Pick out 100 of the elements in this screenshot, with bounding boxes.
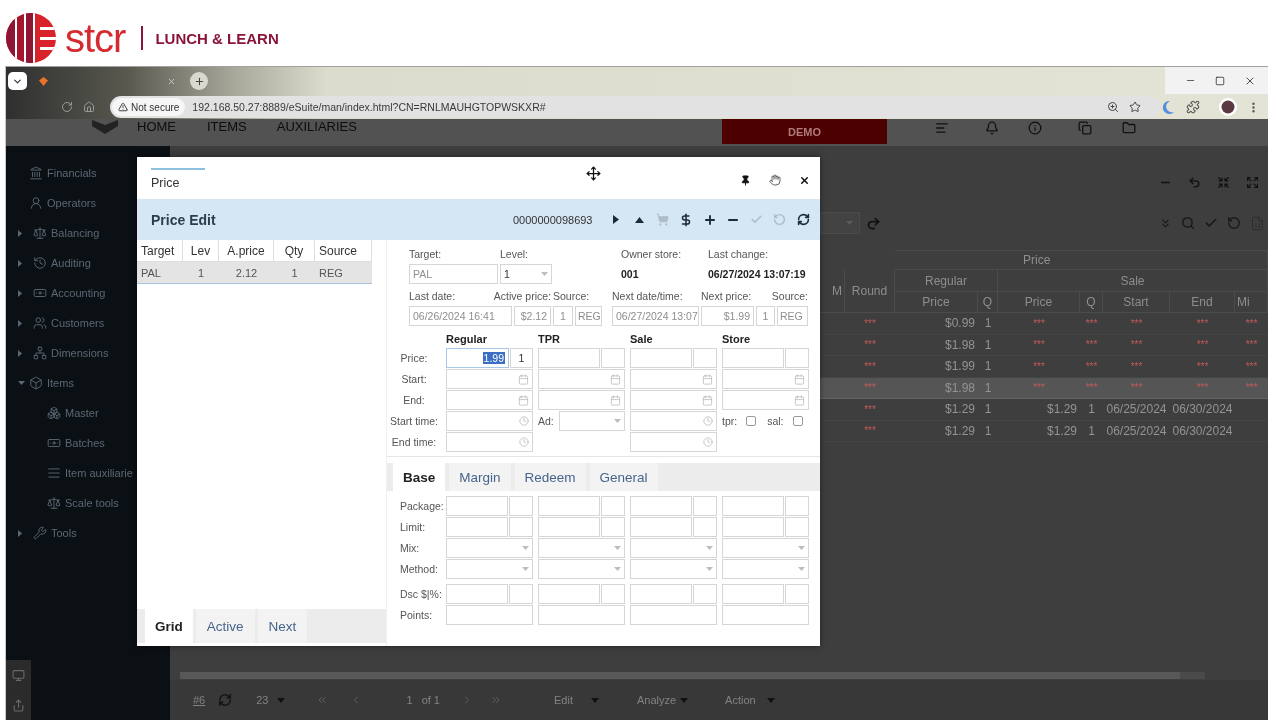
- tab-list-button[interactable]: [8, 72, 27, 90]
- date-input[interactable]: [538, 390, 625, 410]
- menu-button[interactable]: Analyze: [636, 694, 689, 706]
- time-input[interactable]: [630, 411, 717, 431]
- select-field[interactable]: [820, 212, 860, 234]
- pin-icon[interactable]: [740, 174, 751, 186]
- search-icon[interactable]: [1181, 216, 1195, 230]
- input-field[interactable]: [785, 496, 809, 516]
- input-field[interactable]: [630, 605, 717, 625]
- tab[interactable]: General: [589, 463, 658, 491]
- input-field[interactable]: [509, 584, 533, 604]
- input-field[interactable]: [630, 517, 692, 537]
- input-field[interactable]: [446, 496, 508, 516]
- ad-select[interactable]: [558, 411, 625, 431]
- sidebar-item[interactable]: Scale tools: [65, 497, 119, 509]
- input-field[interactable]: [601, 496, 625, 516]
- checkbox[interactable]: [792, 416, 803, 426]
- folder-icon[interactable]: [1121, 121, 1136, 135]
- undo-icon[interactable]: [1188, 175, 1201, 189]
- undo-icon[interactable]: [1227, 216, 1241, 230]
- puzzle-icon[interactable]: [1186, 100, 1200, 114]
- date-input[interactable]: [446, 390, 533, 410]
- dialog-tab[interactable]: Price: [151, 168, 205, 190]
- tab[interactable]: Active: [195, 609, 255, 643]
- qty-input[interactable]: [601, 348, 625, 368]
- price-input[interactable]: [722, 348, 784, 368]
- input-field[interactable]: [538, 605, 625, 625]
- hand-icon[interactable]: [769, 174, 781, 186]
- input-field[interactable]: [785, 584, 809, 604]
- input-field[interactable]: [722, 517, 784, 537]
- sidebar-item[interactable]: Items: [47, 377, 74, 389]
- caret-down-icon[interactable]: [18, 381, 25, 385]
- price-input[interactable]: 1.99: [446, 348, 509, 368]
- qty-input[interactable]: [785, 348, 809, 368]
- nav-link[interactable]: HOME: [137, 119, 176, 134]
- time-input[interactable]: [446, 411, 533, 431]
- date-input[interactable]: [446, 369, 533, 389]
- input-field[interactable]: [722, 496, 784, 516]
- checkbox[interactable]: [746, 416, 757, 426]
- qty-input[interactable]: [693, 348, 717, 368]
- time-input[interactable]: [630, 432, 717, 452]
- close-icon[interactable]: [799, 174, 810, 186]
- column-header[interactable]: Lev: [183, 240, 219, 261]
- input-field[interactable]: [538, 584, 600, 604]
- sidebar-item[interactable]: Dimensions: [51, 347, 109, 359]
- home-icon[interactable]: [83, 101, 95, 113]
- price-input[interactable]: [538, 348, 600, 368]
- sidebar-item[interactable]: Batches: [65, 437, 105, 449]
- input-field[interactable]: [693, 584, 717, 604]
- bell-icon[interactable]: [984, 121, 999, 135]
- check-icon[interactable]: [1204, 216, 1218, 230]
- reload-icon[interactable]: [61, 101, 73, 113]
- column-header[interactable]: Qty: [274, 240, 315, 261]
- address-bar[interactable]: Not secure 192.168.50.27:8889/eSuite/man/index.html?CN=RNLMAUHGTOPWSKXR#: [110, 96, 1160, 118]
- page-size-select[interactable]: 23: [256, 694, 285, 706]
- input-field[interactable]: [630, 584, 692, 604]
- info-icon[interactable]: [1027, 121, 1042, 135]
- input-field[interactable]: [509, 517, 533, 537]
- nav-link[interactable]: AUXILIARIES: [276, 119, 357, 134]
- nav-link[interactable]: ITEMS: [207, 119, 247, 134]
- sidebar-item[interactable]: Item auxiliarie: [65, 467, 133, 479]
- new-tab-button[interactable]: [190, 72, 208, 90]
- sidebar-item[interactable]: Customers: [51, 317, 105, 329]
- list-icon[interactable]: [934, 121, 949, 135]
- input-field[interactable]: [446, 517, 508, 537]
- input-field[interactable]: [785, 517, 809, 537]
- tab[interactable]: Next: [257, 609, 308, 643]
- sidebar-item[interactable]: Financials: [47, 167, 97, 179]
- input-field[interactable]: [722, 584, 784, 604]
- date-input[interactable]: [630, 369, 717, 389]
- input-field[interactable]: [509, 496, 533, 516]
- menu-button[interactable]: Edit: [554, 694, 599, 706]
- avatar-icon[interactable]: [1219, 98, 1237, 116]
- star-icon[interactable]: [1129, 101, 1141, 113]
- redo-icon[interactable]: [866, 215, 881, 231]
- record-link[interactable]: #6: [193, 694, 206, 706]
- input-field[interactable]: [722, 605, 809, 625]
- sidebar-item[interactable]: Auditing: [51, 257, 91, 269]
- sidebar-item[interactable]: Accounting: [51, 287, 106, 299]
- column-header[interactable]: A.price: [219, 240, 274, 261]
- input-field[interactable]: [601, 584, 625, 604]
- input-field[interactable]: [538, 517, 600, 537]
- date-input[interactable]: [630, 390, 717, 410]
- caret-up-icon[interactable]: [635, 216, 645, 223]
- security-chip[interactable]: Not secure: [112, 98, 186, 116]
- double-chevron-right-icon[interactable]: [490, 694, 502, 706]
- shrink-icon[interactable]: [1217, 175, 1230, 189]
- level-select[interactable]: 1: [500, 264, 552, 284]
- column-header[interactable]: Target: [137, 240, 183, 261]
- copy-icon[interactable]: [1077, 121, 1092, 135]
- column-header[interactable]: Source: [315, 240, 372, 261]
- zoom-icon[interactable]: [1107, 101, 1119, 113]
- time-input[interactable]: [446, 432, 533, 452]
- qty-input[interactable]: 1: [510, 348, 533, 368]
- input-field[interactable]: [693, 517, 717, 537]
- input-field[interactable]: [538, 496, 600, 516]
- input-field[interactable]: [446, 584, 508, 604]
- sidebar-item[interactable]: Tools: [51, 527, 77, 539]
- input-field[interactable]: [630, 496, 692, 516]
- refresh-icon[interactable]: [796, 213, 810, 226]
